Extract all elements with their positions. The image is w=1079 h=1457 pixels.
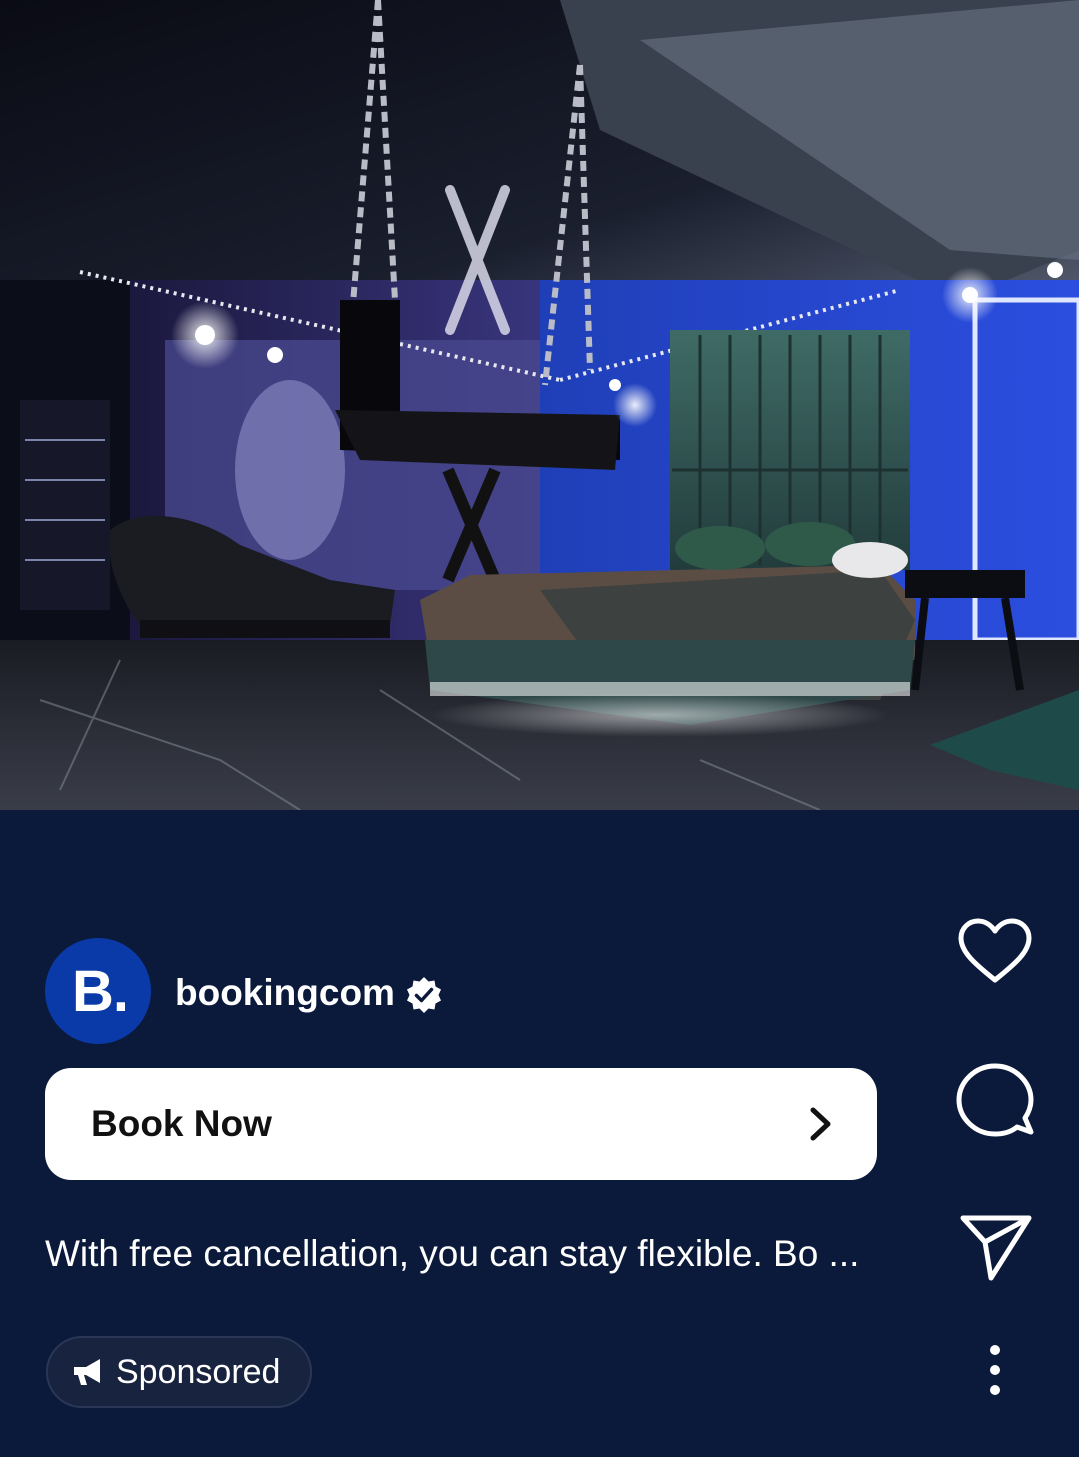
chevron-right-icon [810,1107,831,1141]
megaphone-icon [74,1359,100,1385]
sponsored-label: Sponsored [116,1352,281,1391]
hotel-room-illustration [0,0,1079,810]
book-now-button[interactable]: Book Now [45,1068,877,1180]
account-avatar[interactable]: B. [45,938,151,1044]
sponsored-badge[interactable]: Sponsored [46,1336,312,1408]
account-username[interactable]: bookingcom [175,970,395,1016]
book-now-label: Book Now [91,1103,272,1144]
avatar-logo-text: B. [72,958,129,1024]
more-options-icon[interactable] [975,1340,1015,1400]
verified-badge-icon [407,977,441,1013]
post-caption[interactable]: With free cancellation, you can stay fle… [45,1230,905,1278]
post-image[interactable] [0,0,1079,810]
heart-icon[interactable] [955,912,1035,992]
comment-icon[interactable] [955,1060,1035,1140]
send-icon[interactable] [955,1206,1035,1286]
ad-post-screen: B. bookingcom Book Now With free cancell… [0,0,1079,1457]
